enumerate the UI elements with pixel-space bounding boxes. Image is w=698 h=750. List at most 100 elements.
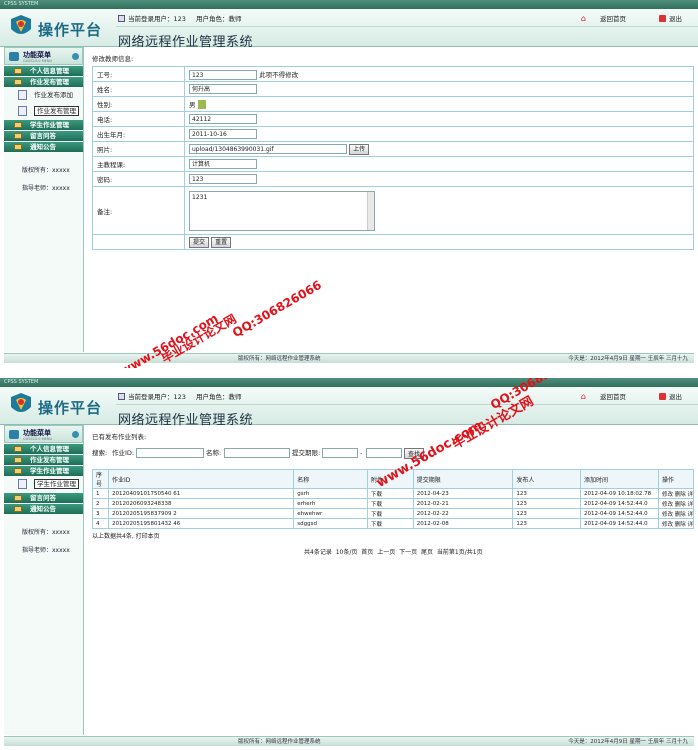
table-row: 3 20120205195837909 2 ehwehwr 下载 2012-02-22… <box>92 508 695 519</box>
menu-group-personal-info[interactable]: 个人信息管理 <box>4 66 83 76</box>
col-actions: 操作 <box>657 469 695 489</box>
menu-header: 功能菜单 GUSS10.0 MENU <box>4 425 83 443</box>
window-title-bar: CPSS SYSTEM <box>0 0 698 9</box>
name-input[interactable] <box>224 448 290 458</box>
label-phone: 电话: <box>92 111 185 127</box>
row-actions[interactable]: 修改 删除 详 <box>657 488 695 499</box>
logo-text: 操作平台 <box>38 21 103 39</box>
edit-teacher-screen: CPSS SYSTEM 操作平台 当前登录用户：123 用户角色：教师 ⌂ 返回首… <box>0 0 698 368</box>
homework-id-input[interactable] <box>136 448 204 458</box>
footer-copyright: 版权所有：网络远程作业管理系统 <box>238 739 321 745</box>
menu-group-messages[interactable]: 留言问答 <box>4 493 83 503</box>
menu-header: 功能菜单 GUSS10.0 MENU <box>4 47 83 65</box>
col-name: 名称 <box>293 469 368 489</box>
folder-icon <box>14 446 22 452</box>
submit-button[interactable]: 提交 <box>189 236 210 248</box>
homework-table: 序号 作业ID 名称 附件 提交期限 发布人 添加时间 操作 1 20120409… <box>92 469 695 529</box>
label-name: 姓名: <box>92 81 185 97</box>
download-link[interactable]: 下载 <box>366 488 414 499</box>
gender-select[interactable]: 男 <box>189 99 206 110</box>
homework-id-label: 作业ID: <box>112 449 135 457</box>
col-publisher: 发布人 <box>512 469 581 489</box>
id-field[interactable]: 123 <box>189 69 257 80</box>
download-link[interactable]: 下载 <box>366 508 414 519</box>
menu-item-homework-add[interactable]: 作业发布添加 <box>4 87 83 103</box>
row-actions[interactable]: 修改 删除 详 <box>657 498 695 509</box>
window-title-bar: CPSS SYSTEM <box>0 378 698 387</box>
menu-group-messages[interactable]: 留言问答 <box>4 131 83 141</box>
label-remark: 备注: <box>92 186 185 235</box>
search-button[interactable]: 查找 <box>404 448 425 459</box>
menu-group-personal-info[interactable]: 个人信息管理 <box>4 444 83 454</box>
upload-button[interactable]: 上传 <box>349 143 370 155</box>
col-attachment: 附件 <box>366 469 414 489</box>
folder-icon <box>14 468 22 474</box>
phone-field[interactable]: 42112 <box>189 114 257 124</box>
download-link[interactable]: 下载 <box>366 518 414 529</box>
exit-button[interactable]: 退出 <box>659 389 690 405</box>
user-info-bar: 当前登录用户：123 用户角色：教师 ⌂ 返回首页 退出 <box>116 389 698 405</box>
pagination[interactable]: 共4条记录 10条/页 首页 上一页 下一页 尾页 当前第1页/共1页 <box>304 547 483 556</box>
col-homework-id: 作业ID <box>107 469 295 489</box>
menu-group-homework-publish[interactable]: 作业发布管理 <box>4 77 83 87</box>
name-field[interactable]: 何升高 <box>189 84 257 94</box>
home-icon: ⌂ <box>580 392 586 401</box>
table-row: 4 20120205195801432 46 sdggsd 下载 2012-02-08… <box>92 518 695 529</box>
password-field[interactable]: 123 <box>189 174 257 184</box>
menu-group-notices[interactable]: 通知公告 <box>4 142 83 152</box>
label-course: 主教程课: <box>92 156 185 172</box>
download-link[interactable]: 下载 <box>366 498 414 509</box>
user-role: 用户角色：教师 <box>196 393 242 401</box>
home-button[interactable]: ⌂ 返回首页 <box>581 389 634 405</box>
list-title: 已有发布作业列表: <box>92 433 147 441</box>
reset-button[interactable]: 重置 <box>211 236 232 248</box>
folder-icon <box>14 79 22 85</box>
menu-group-notices[interactable]: 通知公告 <box>4 504 83 514</box>
chevron-down-icon <box>197 100 206 110</box>
deadline-from-input[interactable] <box>322 448 358 458</box>
row-actions[interactable]: 修改 删除 详 <box>657 518 695 529</box>
scrollbar[interactable] <box>367 191 374 230</box>
summary-line: 以上数据共4条, 打印本页 <box>92 533 160 540</box>
collapse-icon[interactable] <box>72 53 79 60</box>
photo-field[interactable]: upload/1304863990031.gif <box>189 144 347 154</box>
name-label: 名称: <box>206 449 222 457</box>
sidebar: 功能菜单 GUSS10.0 MENU 个人信息管理 作业发布管理 作业发布添加 … <box>4 47 84 352</box>
sidebar-advisor: 指导老师：xxxxx <box>22 185 70 192</box>
top-header: 操作平台 当前登录用户：123 用户角色：教师 ⌂ 返回首页 退出 网络远程作业管… <box>0 387 698 428</box>
folder-icon <box>14 133 22 139</box>
home-icon: ⌂ <box>580 14 586 23</box>
exit-button[interactable]: 退出 <box>659 11 690 27</box>
menu-group-student-homework[interactable]: 学生作业管理 <box>4 120 83 130</box>
menu-group-homework-publish[interactable]: 作业发布管理 <box>4 455 83 465</box>
deadline-to-input[interactable] <box>366 448 402 458</box>
menu-icon <box>9 52 19 61</box>
course-field[interactable]: 计算机 <box>189 159 257 169</box>
footer: 版权所有：网络远程作业管理系统 今天是：2012年4月9日 星期一 壬辰年 三月… <box>4 736 694 746</box>
search-bar: 搜索: 作业ID: 名称: 提交期限: - 查找 <box>92 448 694 460</box>
menu-group-student-homework[interactable]: 学生作业管理 <box>4 466 83 476</box>
footer: 版权所有：网络远程作业管理系统 今天是：2012年4月9日 星期一 壬辰年 三月… <box>4 353 694 363</box>
user-info-bar: 当前登录用户：123 用户角色：教师 ⌂ 返回首页 退出 <box>116 11 698 27</box>
deadline-label: 提交期限: <box>292 449 321 457</box>
sidebar-copyright: 版权所有：xxxxx <box>22 167 70 174</box>
menu-item-homework-manage[interactable]: 作业发布管理 <box>4 103 83 119</box>
home-button[interactable]: ⌂ 返回首页 <box>581 11 634 27</box>
table-row: 1 20120409101750540 61 gsrh 下载 2012-04-23 12… <box>92 488 695 499</box>
folder-icon <box>14 122 22 128</box>
row-actions[interactable]: 修改 删除 详 <box>657 508 695 519</box>
collapse-icon[interactable] <box>72 431 79 438</box>
table-row: 2 20120206093248338 erherh 下载 2012-02-21 123… <box>92 498 695 509</box>
menu-item-student-homework-manage[interactable]: 学生作业管理 <box>4 476 83 492</box>
label-photo: 照片: <box>92 141 185 157</box>
remark-textarea[interactable]: 1231 <box>189 190 375 231</box>
document-icon <box>18 106 27 116</box>
birth-field[interactable]: 2011-10-16 <box>189 129 257 139</box>
user-icon <box>118 15 125 22</box>
label-gender: 性别: <box>92 96 185 112</box>
footer-copyright: 版权所有：网络远程作业管理系统 <box>238 356 321 362</box>
form-title: 修改教师信息: <box>92 55 134 63</box>
logo: 操作平台 <box>8 391 108 421</box>
logo-icon <box>11 393 31 412</box>
folder-icon <box>14 144 22 150</box>
